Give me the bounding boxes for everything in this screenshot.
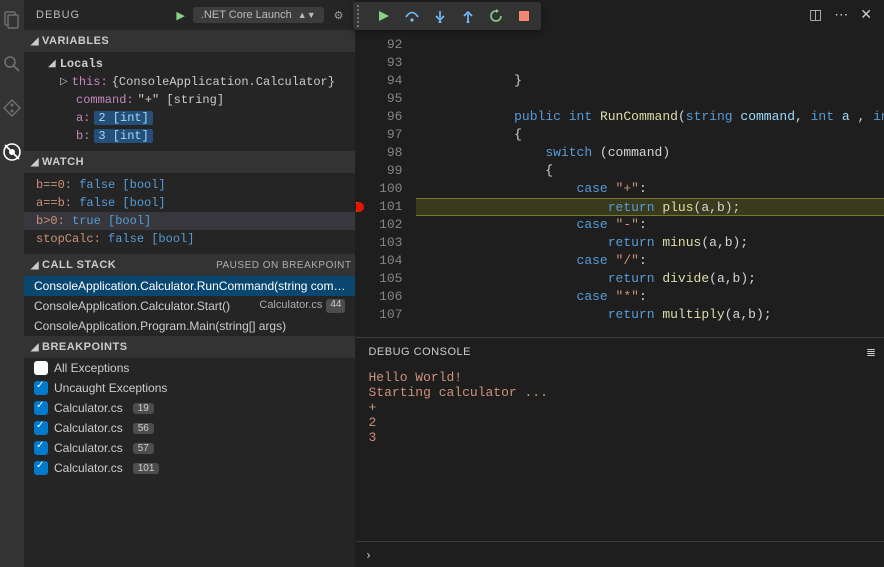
watch-body: b==0: false [bool] a==b: false [bool] b>…	[24, 173, 355, 254]
clear-console-icon[interactable]: ≣	[866, 345, 876, 359]
watch-item[interactable]: a==b: false [bool]	[24, 194, 355, 212]
checkbox-icon[interactable]	[34, 381, 48, 395]
panel-header: DEBUG CONSOLE ≣ ✕	[356, 338, 884, 366]
sidebar-header: DEBUG ▶ .NET Core Launch▲▼ ⚙	[24, 0, 355, 30]
prompt-icon: ›	[366, 548, 370, 562]
bp-item[interactable]: Calculator.cs101	[24, 458, 355, 478]
explorer-icon[interactable]	[0, 8, 24, 32]
line-number-gutter: 92939495 96979899 100101102103 104105106…	[356, 36, 416, 337]
activity-bar	[0, 0, 24, 567]
bp-item[interactable]: Calculator.cs57	[24, 438, 355, 458]
locals-scope[interactable]: ◢ Locals	[24, 55, 355, 73]
stack-frame[interactable]: ConsoleApplication.Calculator.Start()Cal…	[24, 296, 355, 316]
bp-uncaught-exceptions[interactable]: Uncaught Exceptions	[24, 378, 355, 398]
code-editor[interactable]: 92939495 96979899 100101102103 104105106…	[356, 0, 884, 337]
search-icon[interactable]	[0, 52, 24, 76]
continue-button[interactable]	[371, 4, 397, 28]
breakpoint-marker-icon: 101	[356, 198, 402, 216]
watch-item[interactable]: b==0: false [bool]	[24, 176, 355, 194]
stop-button[interactable]	[511, 4, 537, 28]
step-over-button[interactable]	[399, 4, 425, 28]
debug-sidebar: DEBUG ▶ .NET Core Launch▲▼ ⚙ ◢VARIABLES …	[24, 0, 356, 567]
console-input[interactable]	[378, 547, 884, 562]
gear-icon[interactable]: ⚙	[334, 9, 344, 22]
debug-icon[interactable]	[0, 140, 24, 164]
checkbox-icon[interactable]	[34, 401, 48, 415]
console-input-row: ›	[356, 541, 884, 567]
checkbox-icon[interactable]	[34, 361, 48, 375]
checkbox-icon[interactable]	[34, 421, 48, 435]
watch-item[interactable]: stopCalc: false [bool]	[24, 230, 355, 248]
split-editor-icon[interactable]: ◫	[809, 6, 822, 23]
restart-button[interactable]	[483, 4, 509, 28]
callstack-body: ConsoleApplication.Calculator.RunCommand…	[24, 276, 355, 336]
debug-config-selector[interactable]: .NET Core Launch▲▼	[193, 7, 324, 23]
bp-item[interactable]: Calculator.cs56	[24, 418, 355, 438]
git-icon[interactable]	[0, 96, 24, 120]
stack-frame[interactable]: ConsoleApplication.Calculator.RunCommand…	[24, 276, 355, 296]
variables-body: ◢ Locals ▷ this: {ConsoleApplication.Cal…	[24, 52, 355, 151]
variables-section-header[interactable]: ◢VARIABLES	[24, 30, 355, 52]
breakpoints-body: All Exceptions Uncaught Exceptions Calcu…	[24, 358, 355, 478]
watch-item[interactable]: b>0: true [bool]	[24, 212, 355, 230]
more-actions-icon[interactable]: ⋯	[834, 6, 848, 23]
var-b[interactable]: b: 3 [int]	[24, 127, 355, 145]
bottom-panel: DEBUG CONSOLE ≣ ✕ Hello World! Starting …	[356, 337, 884, 567]
breakpoints-section-header[interactable]: ◢BREAKPOINTS	[24, 336, 355, 358]
checkbox-icon[interactable]	[34, 441, 48, 455]
start-debug-icon[interactable]: ▶	[176, 9, 184, 22]
stack-frame[interactable]: ConsoleApplication.Program.Main(string[]…	[24, 316, 355, 336]
var-a[interactable]: a: 2 [int]	[24, 109, 355, 127]
code-content[interactable]: } public int RunCommand(string command, …	[416, 36, 884, 337]
sidebar-title: DEBUG	[36, 9, 176, 21]
bp-item[interactable]: Calculator.cs19	[24, 398, 355, 418]
step-out-button[interactable]	[455, 4, 481, 28]
step-into-button[interactable]	[427, 4, 453, 28]
bp-all-exceptions[interactable]: All Exceptions	[24, 358, 355, 378]
drag-handle-icon[interactable]	[357, 5, 365, 27]
console-output: Hello World! Starting calculator ... + 2…	[356, 366, 884, 541]
var-this[interactable]: ▷ this: {ConsoleApplication.Calculator}	[24, 73, 355, 91]
close-editor-icon[interactable]: ✕	[860, 6, 872, 23]
callstack-section-header[interactable]: ◢CALL STACKPAUSED ON BREAKPOINT	[24, 254, 355, 276]
debug-toolbar[interactable]	[353, 2, 541, 30]
debug-console-tab[interactable]: DEBUG CONSOLE	[368, 346, 470, 358]
editor-group: 92939495 96979899 100101102103 104105106…	[356, 0, 884, 567]
checkbox-icon[interactable]	[34, 461, 48, 475]
editor-title-actions: ◫ ⋯ ✕	[809, 6, 872, 23]
var-command[interactable]: command: "+" [string]	[24, 91, 355, 109]
watch-section-header[interactable]: ◢WATCH	[24, 151, 355, 173]
